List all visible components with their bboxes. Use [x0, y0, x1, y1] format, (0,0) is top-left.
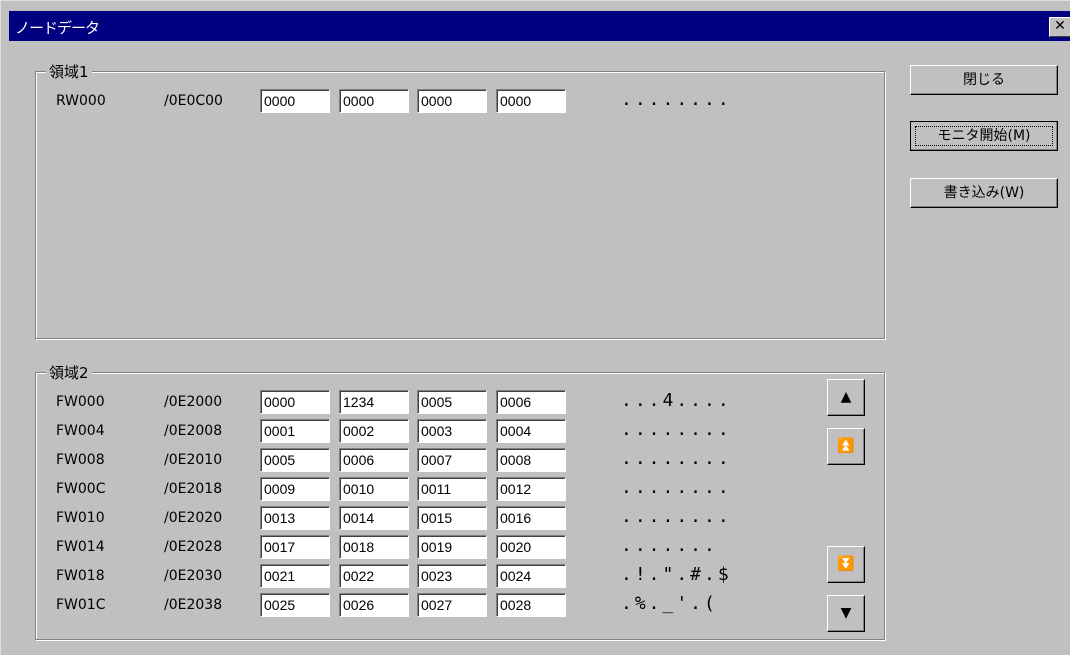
- value-cell[interactable]: 0000: [496, 89, 566, 113]
- row-address: FW014: [56, 539, 105, 555]
- row-physical-address: /0E2028: [164, 539, 223, 555]
- row-physical-address: /0E2020: [164, 510, 223, 526]
- window-title: ノードデータ: [15, 19, 100, 37]
- arrow-down-icon: ▼: [840, 605, 852, 621]
- value-cell[interactable]: 0012: [496, 477, 566, 501]
- value-cell[interactable]: 0018: [339, 535, 409, 559]
- value-cell[interactable]: 0005: [260, 448, 330, 472]
- value-cell[interactable]: 0015: [417, 506, 487, 530]
- area2-label: 領域2: [46, 362, 92, 383]
- row-address: FW008: [56, 452, 105, 468]
- value-cell[interactable]: 0017: [260, 535, 330, 559]
- monitor-start-label: モニタ開始(M): [937, 128, 1031, 144]
- area2-row: FW008/0E2010 0005 0006 0007 0008........: [56, 448, 816, 474]
- value-cell[interactable]: 0003: [417, 419, 487, 443]
- ascii-display: ........: [621, 506, 732, 527]
- row-physical-address: /0E2018: [164, 481, 223, 497]
- value-cell[interactable]: 0024: [496, 564, 566, 588]
- value-cell[interactable]: 0025: [260, 593, 330, 617]
- value-cell[interactable]: 0022: [339, 564, 409, 588]
- write-button[interactable]: 書き込み(W): [910, 178, 1058, 208]
- area1-row: RW000 /0E0C00 0000 0000 0000 0000 ......…: [56, 89, 876, 115]
- double-arrow-down-icon: ⏬: [837, 556, 855, 572]
- close-window-button[interactable]: ✕: [1049, 17, 1070, 37]
- value-cell[interactable]: 0014: [339, 506, 409, 530]
- arrow-up-icon: ▲: [840, 389, 852, 405]
- row-address: RW000: [56, 93, 106, 109]
- value-cell[interactable]: 0016: [496, 506, 566, 530]
- monitor-start-button[interactable]: モニタ開始(M): [910, 121, 1058, 151]
- ascii-display: ...4....: [621, 390, 732, 411]
- scroll-up-button[interactable]: ▲: [827, 379, 865, 416]
- value-cell[interactable]: 0006: [496, 390, 566, 414]
- row-address: FW004: [56, 423, 105, 439]
- value-cell[interactable]: 0005: [417, 390, 487, 414]
- double-arrow-up-icon: ⏫: [837, 438, 855, 454]
- ascii-display: .%._'.(: [621, 593, 718, 614]
- value-cell[interactable]: 0008: [496, 448, 566, 472]
- row-physical-address: /0E0C00: [164, 93, 223, 109]
- node-data-dialog: ノードデータ ✕ 領域1 RW000 /0E0C00 0000 0000 000…: [0, 0, 1070, 655]
- row-physical-address: /0E2008: [164, 423, 223, 439]
- area2-row: FW010/0E2020 0013 0014 0015 0016........: [56, 506, 816, 532]
- area2-row: FW01C/0E2038 0025 0026 0027 0028 .%._'.(: [56, 593, 816, 619]
- value-cell[interactable]: 0000: [417, 89, 487, 113]
- row-address: FW00C: [56, 481, 106, 497]
- value-cell[interactable]: 0006: [339, 448, 409, 472]
- value-cell[interactable]: 0009: [260, 477, 330, 501]
- value-cell[interactable]: 0027: [417, 593, 487, 617]
- ascii-display: .......: [621, 535, 718, 556]
- row-address: FW01C: [56, 597, 106, 613]
- area1-label: 領域1: [46, 61, 92, 82]
- ascii-display: ........: [621, 477, 732, 498]
- value-cell[interactable]: 0023: [417, 564, 487, 588]
- value-cell[interactable]: 0004: [496, 419, 566, 443]
- row-physical-address: /0E2030: [164, 568, 223, 584]
- row-address: FW010: [56, 510, 105, 526]
- area2-row: FW004/0E2008 0001 0002 0003 0004........: [56, 419, 816, 445]
- value-cell[interactable]: 0020: [496, 535, 566, 559]
- value-cell[interactable]: 0001: [260, 419, 330, 443]
- ascii-display: ........: [621, 89, 732, 110]
- page-down-button[interactable]: ⏬: [827, 546, 865, 583]
- page-up-button[interactable]: ⏫: [827, 428, 865, 465]
- row-physical-address: /0E2038: [164, 597, 223, 613]
- value-cell[interactable]: 0013: [260, 506, 330, 530]
- ascii-display: .!.".#.$: [621, 564, 732, 585]
- row-address: FW000: [56, 394, 105, 410]
- write-button-label: 書き込み(W): [943, 185, 1025, 201]
- value-cell[interactable]: 0026: [339, 593, 409, 617]
- close-icon: ✕: [1054, 18, 1066, 34]
- value-cell[interactable]: 0019: [417, 535, 487, 559]
- area2-row: FW000/0E2000 0000 1234 0005 0006 ...4....: [56, 390, 816, 416]
- value-cell[interactable]: 0021: [260, 564, 330, 588]
- ascii-display: ........: [621, 448, 732, 469]
- value-cell[interactable]: 0011: [417, 477, 487, 501]
- value-cell[interactable]: 0000: [260, 390, 330, 414]
- area2-group: 領域2 FW000/0E2000 0000 1234 0005 0006 ...4....…: [35, 362, 885, 640]
- area2-row: FW018/0E2030 0021 0022 0023 0024 .!.".#.$: [56, 564, 816, 590]
- scroll-down-button[interactable]: ▼: [827, 595, 865, 632]
- row-address: FW018: [56, 568, 105, 584]
- value-cell[interactable]: 0000: [339, 89, 409, 113]
- value-cell[interactable]: 1234: [339, 390, 409, 414]
- row-physical-address: /0E2000: [164, 394, 223, 410]
- value-cell[interactable]: 0010: [339, 477, 409, 501]
- area1-group: 領域1 RW000 /0E0C00 0000 0000 0000 0000 ..…: [35, 61, 885, 339]
- row-physical-address: /0E2010: [164, 452, 223, 468]
- area2-row: FW014/0E2028 0017 0018 0019 0020.......: [56, 535, 816, 561]
- close-button-label: 閉じる: [963, 72, 1005, 88]
- value-cell[interactable]: 0002: [339, 419, 409, 443]
- value-cell[interactable]: 0028: [496, 593, 566, 617]
- ascii-display: ........: [621, 419, 732, 440]
- value-cell[interactable]: 0000: [260, 89, 330, 113]
- title-bar[interactable]: ノードデータ ✕: [9, 11, 1070, 41]
- value-cell[interactable]: 0007: [417, 448, 487, 472]
- area2-row: FW00C/0E2018 0009 0010 0011 0012........: [56, 477, 816, 503]
- close-button[interactable]: 閉じる: [910, 65, 1058, 95]
